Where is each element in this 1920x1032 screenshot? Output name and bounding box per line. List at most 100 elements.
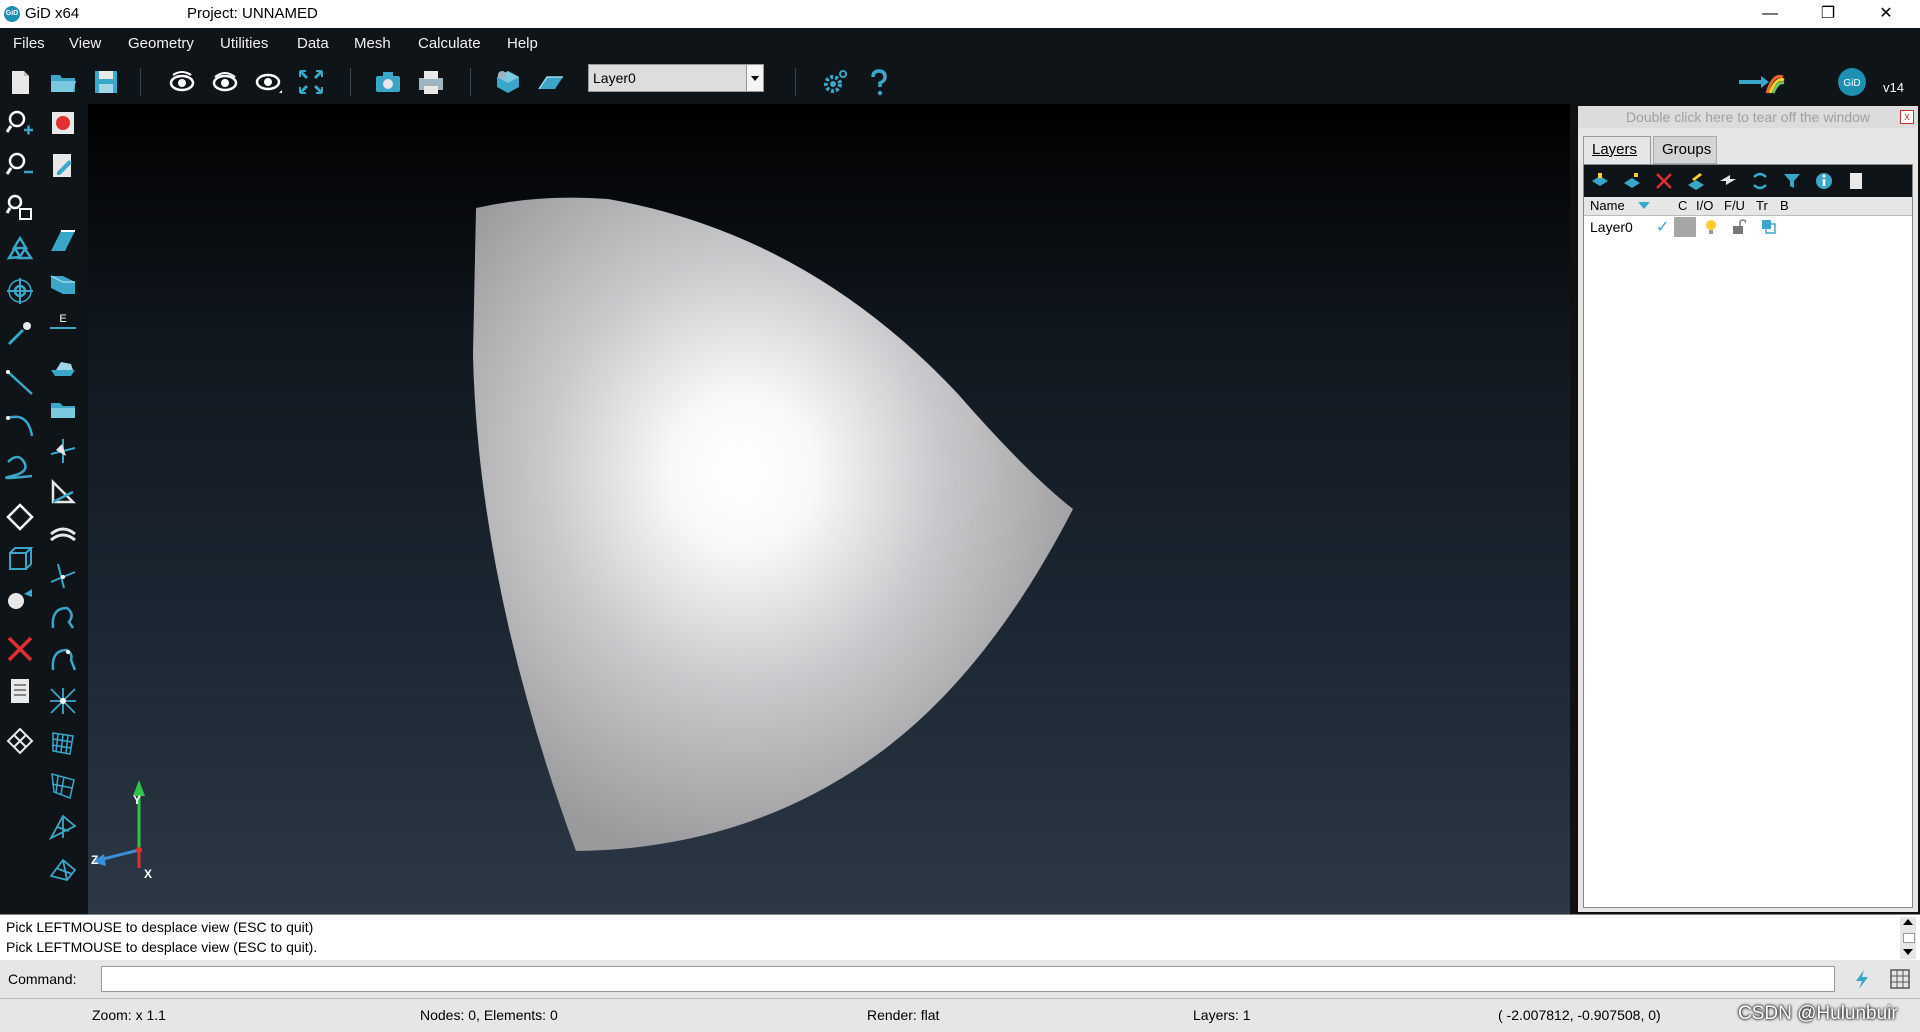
scroll-down-icon[interactable]: [1903, 949, 1913, 955]
console-scrollbar[interactable]: [1900, 917, 1916, 959]
record-icon[interactable]: [48, 108, 78, 138]
lightning-icon[interactable]: [1852, 969, 1872, 989]
layer-name[interactable]: Layer0: [1590, 219, 1633, 235]
grid-surface-icon[interactable]: [48, 728, 78, 758]
render-mode-icon[interactable]: [493, 67, 523, 97]
open-folder-icon[interactable]: [48, 67, 78, 97]
menu-mesh[interactable]: Mesh: [354, 35, 391, 52]
recycle-icon[interactable]: [5, 234, 35, 264]
curve-split-icon[interactable]: [48, 644, 78, 674]
new-file-icon[interactable]: [5, 67, 35, 97]
graphics-viewport[interactable]: Y Z X: [88, 104, 1570, 914]
nurbs-line-icon[interactable]: [5, 452, 35, 482]
volume-cube-icon[interactable]: [5, 544, 35, 574]
extrude-icon[interactable]: [48, 268, 78, 298]
sphere-paint-icon[interactable]: [5, 586, 35, 616]
send-to-layer-icon[interactable]: [1750, 171, 1770, 191]
layer-plane-icon[interactable]: [536, 67, 566, 97]
app-name: GiD x64: [25, 5, 80, 22]
print-icon[interactable]: [416, 67, 446, 97]
layer-document-icon[interactable]: [1846, 171, 1866, 191]
menu-utilities[interactable]: Utilities: [220, 35, 268, 52]
explode-icon[interactable]: [48, 686, 78, 716]
scroll-thumb[interactable]: [1903, 933, 1915, 943]
panel-close-icon[interactable]: x: [1900, 110, 1914, 124]
transparency-icon[interactable]: [1762, 220, 1776, 234]
menu-files[interactable]: Files: [13, 35, 45, 52]
close-button[interactable]: ✕: [1858, 0, 1914, 28]
column-name[interactable]: Name: [1590, 198, 1625, 213]
curve-edit-icon[interactable]: [48, 602, 78, 632]
mirror-icon[interactable]: [48, 854, 78, 884]
edit-pencil-icon[interactable]: [48, 150, 78, 180]
command-input[interactable]: [101, 966, 1835, 992]
rotate-screen-icon[interactable]: [210, 67, 240, 97]
zoom-frame-icon[interactable]: [296, 67, 326, 97]
layer-info-icon[interactable]: [1814, 171, 1834, 191]
cone-axis-icon[interactable]: [48, 436, 78, 466]
dimension-e-icon[interactable]: E: [48, 308, 78, 338]
grid-table-icon[interactable]: [1890, 969, 1910, 989]
view-options-icon[interactable]: [253, 67, 283, 97]
restore-button[interactable]: ❐: [1800, 0, 1856, 28]
layer-dropdown[interactable]: Layer0: [588, 64, 764, 92]
unlock-icon[interactable]: [1732, 219, 1746, 235]
mesh-grid-icon[interactable]: [5, 726, 35, 756]
tab-layers[interactable]: Layers: [1583, 136, 1651, 164]
menu-help[interactable]: Help: [507, 35, 538, 52]
scroll-up-icon[interactable]: [1903, 919, 1913, 925]
wedge-surface-icon[interactable]: [48, 770, 78, 800]
delete-x-icon[interactable]: [5, 634, 35, 664]
command-label: Command:: [8, 971, 77, 987]
new-layer-icon[interactable]: [1590, 171, 1610, 191]
watermark-text: CSDN @Hulunbuir: [1738, 1003, 1898, 1024]
rename-layer-icon[interactable]: [1686, 171, 1706, 191]
tab-groups[interactable]: Groups: [1653, 136, 1717, 164]
help-question-icon[interactable]: [864, 67, 894, 97]
column-freeze: F/U: [1724, 198, 1745, 213]
arc-icon[interactable]: [5, 410, 35, 440]
rotate-center-icon[interactable]: [5, 276, 35, 306]
surface-create-icon[interactable]: [48, 226, 78, 256]
main-toolbar: GiD v14: [0, 60, 1920, 104]
sail-shape-icon[interactable]: [48, 478, 78, 508]
delete-layer-icon[interactable]: [1654, 171, 1674, 191]
active-check-icon[interactable]: ✓: [1656, 217, 1669, 237]
save-icon[interactable]: [91, 67, 121, 97]
intersect-lines-icon[interactable]: [48, 560, 78, 590]
surface-contour-icon[interactable]: [5, 502, 35, 532]
menu-view[interactable]: View: [69, 35, 101, 52]
zoom-out-icon[interactable]: [5, 150, 35, 180]
zoom-window-icon[interactable]: [5, 192, 35, 222]
pipette-icon[interactable]: [5, 318, 35, 348]
layers-panel: Double click here to tear off the window…: [1570, 104, 1920, 914]
left-toolbar: E: [0, 104, 88, 914]
screenshot-camera-icon[interactable]: [373, 67, 403, 97]
menu-geometry[interactable]: Geometry: [128, 35, 194, 52]
settings-gear-icon[interactable]: [820, 67, 850, 97]
zoom-in-icon[interactable]: [5, 108, 35, 138]
version-label: v14: [1883, 80, 1904, 95]
layer-color-swatch[interactable]: [1674, 217, 1696, 237]
folder-shape-icon[interactable]: [48, 394, 78, 424]
move-layer-icon[interactable]: [1718, 171, 1738, 191]
layered-surface-icon[interactable]: [48, 520, 78, 550]
line-icon[interactable]: [5, 368, 35, 398]
filter-icon[interactable]: [1782, 171, 1802, 191]
rotate-view-icon[interactable]: [167, 67, 197, 97]
list-document-icon[interactable]: [5, 676, 35, 706]
console-line: Pick LEFTMOUSE to desplace view (ESC to …: [6, 939, 318, 955]
tear-off-bar[interactable]: Double click here to tear off the window: [1578, 106, 1918, 128]
sweep-icon[interactable]: [48, 812, 78, 842]
minimize-button[interactable]: —: [1742, 0, 1798, 28]
chevron-down-icon[interactable]: [746, 65, 763, 91]
menu-data[interactable]: Data: [297, 35, 329, 52]
layer-row[interactable]: Layer0 ✓: [1584, 217, 1912, 239]
menu-calculate[interactable]: Calculate: [418, 35, 481, 52]
new-child-layer-icon[interactable]: [1622, 171, 1642, 191]
rainbow-arrow-icon: [1739, 74, 1785, 94]
sort-down-icon[interactable]: [1638, 202, 1650, 209]
boat-shape-icon[interactable]: [48, 352, 78, 382]
lightbulb-icon[interactable]: [1704, 219, 1718, 235]
render-mode-status[interactable]: Render: flat: [867, 1007, 939, 1023]
